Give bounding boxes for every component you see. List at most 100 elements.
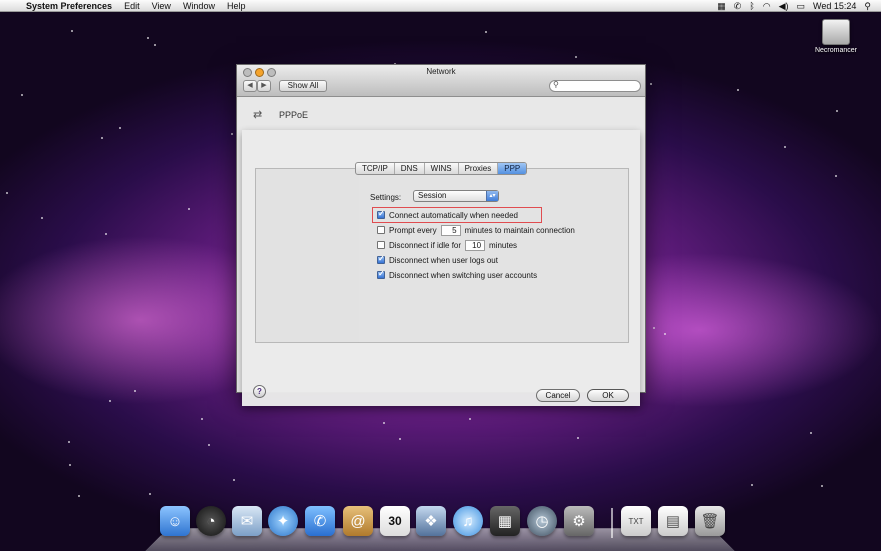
star (69, 464, 71, 466)
ichat-icon[interactable]: ✆ (305, 506, 335, 536)
star (201, 418, 203, 420)
tab-proxies[interactable]: Proxies (459, 163, 499, 174)
menu-window[interactable]: Window (177, 0, 221, 12)
document-icon[interactable]: ▤ (658, 506, 688, 536)
cancel-button[interactable]: Cancel (536, 389, 580, 402)
star (821, 485, 823, 487)
back-arrow-icon: ◀ (247, 82, 253, 89)
safari-icon[interactable]: ✦ (268, 506, 298, 536)
star (154, 44, 156, 46)
desktop-drive-label: Necromancer (814, 47, 857, 54)
battery-icon[interactable]: ▭ (797, 0, 806, 12)
menu-view[interactable]: View (146, 0, 177, 12)
finder-icon[interactable]: ☺ (160, 506, 190, 536)
tab-tcpip[interactable]: TCP/IP (356, 163, 395, 174)
text-document-icon[interactable]: TXT (621, 506, 651, 536)
settings-label: Settings: (370, 193, 402, 202)
settings-value: Session (418, 191, 447, 200)
connect-automatically-label: Connect automatically when needed (389, 210, 518, 220)
star (231, 133, 233, 135)
preview-icon[interactable]: ❖ (416, 506, 446, 536)
tab-ppp[interactable]: PPP (498, 163, 527, 174)
search-icon: ⚲ (553, 80, 559, 89)
window-body: ⇄ PPPoE TCP/IP DNS WINS Proxies PPP Sett… (237, 97, 645, 406)
wifi-icon[interactable]: ◠ (763, 0, 771, 12)
disconnect-idle-checkbox[interactable] (377, 241, 385, 249)
disconnect-idle-suffix: minutes (489, 240, 518, 250)
time-machine-icon[interactable]: ◷ (527, 506, 557, 536)
spotlight-icon[interactable]: ⚲ (864, 0, 871, 12)
menu-app-name[interactable]: System Preferences (22, 0, 118, 12)
star (835, 175, 837, 177)
forward-button[interactable]: ▶ (257, 80, 271, 92)
star (664, 333, 666, 335)
volume-icon[interactable]: ◀) (779, 0, 789, 12)
address-book-icon[interactable]: @ (343, 506, 373, 536)
settings-select[interactable]: Session ▴▾ (413, 190, 499, 202)
prompt-every-checkbox[interactable] (377, 226, 385, 234)
dashboard-icon[interactable]: ◔ (196, 506, 226, 536)
search-input[interactable]: ⚲ (549, 80, 641, 92)
clock[interactable]: Wed 15:24 (813, 0, 856, 12)
connect-automatically-option[interactable]: Connect automatically when needed (377, 209, 518, 221)
advanced-sheet: TCP/IP DNS WINS Proxies PPP Settings: Se… (242, 130, 640, 406)
idle-minutes-field[interactable]: 10 (465, 239, 486, 251)
back-button[interactable]: ◀ (243, 80, 257, 92)
menu-edit[interactable]: Edit (118, 0, 146, 12)
disconnect-logout-checkbox[interactable] (377, 254, 385, 264)
pppoe-icon: ⇄ (253, 109, 263, 121)
prompt-every-label: Prompt every (389, 225, 437, 235)
star (6, 192, 8, 194)
help-button[interactable]: ? (253, 385, 266, 398)
popup-arrows-icon: ▴▾ (486, 191, 498, 201)
hard-drive-icon (822, 19, 850, 45)
network-window: Network ◀ ▶ Show All ⚲ ⇄ PPPoE TCP/IP DN… (236, 64, 646, 406)
show-all-button[interactable]: Show All (279, 80, 327, 92)
disconnect-idle-option[interactable]: Disconnect if idle for 10 minutes (377, 239, 517, 251)
window-title: Network (426, 67, 456, 76)
star (188, 208, 190, 210)
star (101, 137, 103, 139)
dock-separator (611, 508, 613, 538)
star (147, 37, 149, 39)
disconnect-logout-label: Disconnect when user logs out (389, 255, 498, 265)
star (149, 493, 151, 495)
disconnect-switch-option[interactable]: Disconnect when switching user accounts (377, 269, 537, 281)
prompt-every-option[interactable]: Prompt every 5 minutes to maintain conne… (377, 224, 575, 236)
star (784, 146, 786, 148)
disconnect-logout-option[interactable]: Disconnect when user logs out (377, 254, 498, 266)
forward-arrow-icon: ▶ (261, 82, 267, 89)
star (737, 89, 739, 91)
disconnect-idle-label: Disconnect if idle for (389, 240, 462, 250)
itunes-icon[interactable]: ♫ (453, 506, 483, 536)
tab-wins[interactable]: WINS (425, 163, 459, 174)
menu-help[interactable]: Help (221, 0, 252, 12)
system-preferences-icon[interactable]: ⚙ (564, 506, 594, 536)
tab-dns[interactable]: DNS (395, 163, 425, 174)
ok-button[interactable]: OK (587, 389, 629, 402)
ical-icon[interactable]: 30 (380, 506, 410, 536)
mail-icon[interactable]: ✉ (232, 506, 262, 536)
star (119, 127, 121, 129)
star (485, 31, 487, 33)
star (105, 233, 107, 235)
phone-icon[interactable]: ✆ (734, 0, 742, 12)
trash-icon[interactable]: 🗑 (695, 506, 725, 536)
star (233, 479, 235, 481)
prompt-minutes-field[interactable]: 5 (440, 224, 461, 236)
star (810, 432, 812, 434)
star (469, 418, 471, 420)
window-titlebar[interactable]: Network ◀ ▶ Show All ⚲ (237, 65, 645, 97)
star (208, 444, 210, 446)
desktop-drive[interactable]: Necromancer (808, 19, 864, 54)
menu-extras: ▦ ✆ ᛒ ◠ ◀) ▭ Wed 15:24 ⚲ (717, 0, 881, 12)
spaces-icon[interactable]: ▦ (717, 0, 726, 12)
star (399, 438, 401, 440)
spaces-icon-dock[interactable]: ▦ (490, 506, 520, 536)
disconnect-switch-checkbox[interactable] (377, 269, 385, 279)
star (71, 30, 73, 32)
star (134, 390, 136, 392)
connect-automatically-checkbox[interactable] (377, 209, 385, 219)
star (68, 441, 70, 443)
bluetooth-icon[interactable]: ᛒ (749, 0, 754, 12)
